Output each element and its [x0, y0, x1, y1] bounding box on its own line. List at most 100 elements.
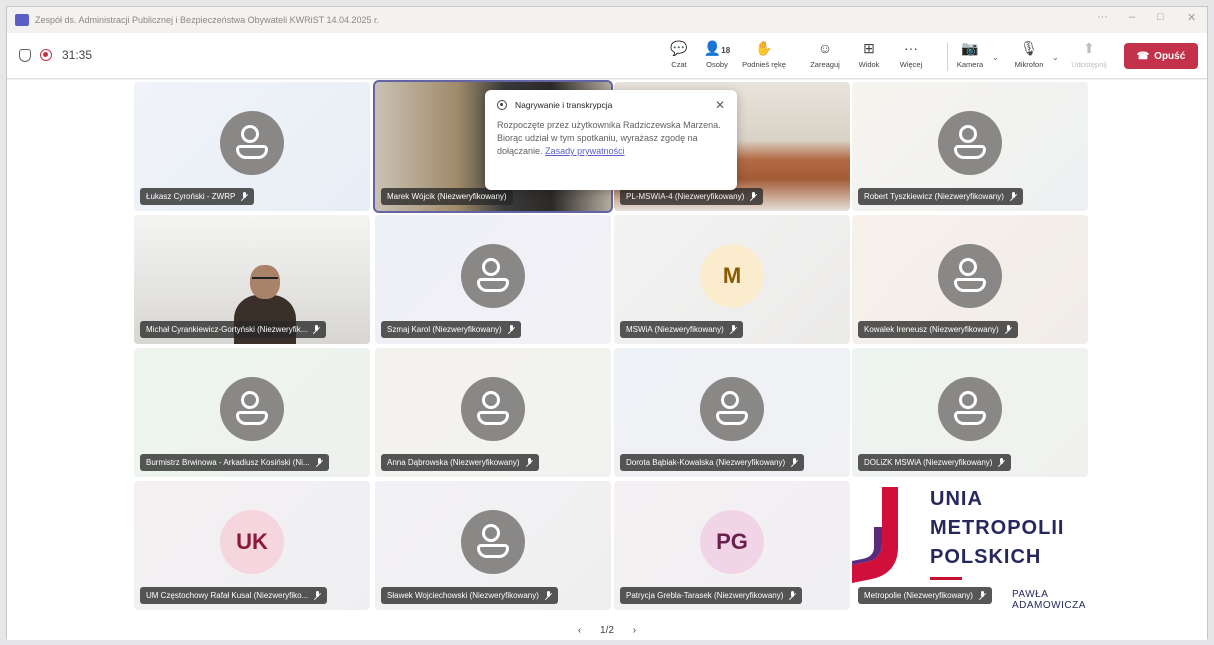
- default-avatar-icon: [220, 376, 284, 441]
- participant-tile[interactable]: Anna Dąbrowska (Niezweryfikowany): [375, 348, 611, 477]
- participant-tile[interactable]: PG Patrycja Grebla-Tarasek (Niezweryfiko…: [614, 481, 850, 610]
- participant-initials: PG: [700, 509, 764, 574]
- view-icon: ⊞: [863, 40, 875, 56]
- minimize-icon[interactable]: –: [1129, 11, 1135, 23]
- participant-tile[interactable]: Dorota Bąbiak-Kowalska (Niezweryfikowany…: [614, 348, 850, 477]
- default-avatar-icon: [938, 110, 1002, 175]
- shield-icon: [19, 49, 31, 62]
- participant-tile[interactable]: UK UM Częstochowy Rafał Kusal (Niezweryf…: [134, 481, 370, 610]
- default-avatar-icon: [461, 243, 525, 308]
- raise-hand-icon: ✋: [755, 40, 773, 56]
- more-button[interactable]: ··· Więcej: [891, 39, 931, 75]
- participant-name-chip: Dorota Bąbiak-Kowalska (Niezweryfikowany…: [620, 454, 805, 471]
- participant-count: 18: [721, 46, 731, 55]
- mic-muted-icon: [526, 458, 533, 467]
- window-title: Zespół ds. Administracji Publicznej i Be…: [35, 15, 379, 25]
- recording-icon: [497, 100, 507, 110]
- participant-name-chip: Patrycja Grebla-Tarasek (Niezweryfikowan…: [620, 587, 803, 604]
- mic-muted-icon: [314, 591, 321, 600]
- chat-button[interactable]: 💬 Czat: [659, 39, 699, 75]
- default-avatar-icon: [938, 243, 1002, 308]
- maximize-icon[interactable]: □: [1157, 11, 1164, 23]
- privacy-link[interactable]: Zasady prywatności: [545, 146, 625, 156]
- chat-icon: 💬: [670, 40, 688, 56]
- participant-tile[interactable]: DOLiZK MSWiA (Niezweryfikowany): [852, 348, 1088, 477]
- view-button[interactable]: ⊞ Widok: [849, 39, 889, 75]
- participant-tile[interactable]: Robert Tyszkiewicz (Niezweryfikowany): [852, 82, 1088, 211]
- default-avatar-icon: [700, 376, 764, 441]
- meeting-timer: 31:35: [62, 48, 93, 62]
- people-icon: 👤: [703, 40, 722, 56]
- more-options-icon[interactable]: ···: [1097, 11, 1108, 23]
- mic-muted-icon: [750, 192, 757, 201]
- participant-name-chip: Szmaj Karol (Niezweryfikowany): [381, 321, 521, 338]
- participant-name-chip: Kowalek Ireneusz (Niezweryfikowany): [858, 321, 1018, 338]
- participant-initials: M: [700, 243, 764, 308]
- participant-name-chip: UM Częstochowy Rafał Kusal (Niezweryfiko…: [140, 587, 328, 604]
- close-notification-icon[interactable]: ✕: [715, 98, 725, 112]
- mic-muted-icon: [545, 591, 552, 600]
- toolbar-divider: [947, 43, 948, 71]
- default-avatar-icon: [938, 376, 1002, 441]
- participant-name-chip: DOLiZK MSWiA (Niezweryfikowany): [858, 454, 1012, 471]
- participant-tile[interactable]: Szmaj Karol (Niezweryfikowany): [375, 215, 611, 344]
- participant-tile[interactable]: Kowalek Ireneusz (Niezweryfikowany): [852, 215, 1088, 344]
- participant-name-chip: Burmistrz Brwinowa - Arkadiusz Kosiński …: [140, 454, 329, 471]
- mic-muted-icon: [789, 591, 796, 600]
- recording-icon: [40, 49, 52, 61]
- participant-tile[interactable]: Łukasz Cyroński - ZWRP: [134, 82, 370, 211]
- participant-name-chip: Łukasz Cyroński - ZWRP: [140, 188, 255, 205]
- participant-tile[interactable]: Burmistrz Brwinowa - Arkadiusz Kosiński …: [134, 348, 370, 477]
- share-button[interactable]: ⬆ Udostępnij: [1069, 39, 1109, 75]
- phone-hangup-icon: ☎: [1136, 50, 1150, 62]
- mic-muted-icon: [316, 458, 323, 467]
- mic-muted-icon: [730, 325, 737, 334]
- share-icon: ⬆: [1083, 40, 1095, 56]
- mic-muted-icon: [791, 458, 798, 467]
- video-gallery: Łukasz Cyroński - ZWRP Marek Wójcik (Nie…: [7, 80, 1207, 640]
- title-bar: Zespół ds. Administracji Publicznej i Be…: [7, 7, 1207, 33]
- raise-hand-button[interactable]: ✋ Podnieś rękę: [739, 39, 789, 75]
- leave-button[interactable]: ☎ Opuść: [1124, 43, 1198, 69]
- more-icon: ···: [904, 40, 918, 56]
- mic-muted-icon: [1005, 325, 1012, 334]
- mic-muted-icon: [1010, 192, 1017, 201]
- mic-muted-icon: [979, 591, 986, 600]
- meeting-toolbar: 31:35 💬 Czat 👤18 Osoby ✋ Podnieś rękę ☺ …: [7, 33, 1207, 79]
- participant-name-chip: Robert Tyszkiewicz (Niezweryfikowany): [858, 188, 1023, 205]
- microphone-button[interactable]: 🎙 Mikrofon: [1009, 39, 1049, 75]
- logo-accent-bar: [930, 577, 962, 580]
- participant-name-chip: MSWiA (Niezweryfikowany): [620, 321, 743, 338]
- camera-off-icon: 📷: [961, 40, 979, 56]
- people-button[interactable]: 👤18 Osoby: [697, 39, 737, 75]
- default-avatar-icon: [461, 509, 525, 574]
- participant-name-chip: PL-MSWIA-4 (Niezweryfikowany): [620, 188, 764, 205]
- mic-muted-icon: [241, 192, 248, 201]
- participant-tile[interactable]: Michał Cyrankiewicz-Gortyński (Niezweryf…: [134, 215, 370, 344]
- logo-subtitle: PAWŁA ADAMOWICZA: [1012, 589, 1086, 610]
- participant-name-chip: Sławek Wojciechowski (Niezweryfikowany): [381, 587, 558, 604]
- metropolie-logo-mark: [852, 487, 898, 583]
- camera-button[interactable]: 📷 Kamera: [950, 39, 990, 75]
- participant-tile[interactable]: UNIA METROPOLII POLSKICH PAWŁA ADAMOWICZ…: [852, 481, 1088, 610]
- next-page-icon[interactable]: ›: [633, 625, 636, 636]
- mic-off-icon: 🎙: [1020, 40, 1038, 56]
- prev-page-icon[interactable]: ‹: [578, 625, 581, 636]
- close-icon[interactable]: ✕: [1187, 11, 1196, 24]
- react-icon: ☺: [817, 40, 833, 56]
- participant-initials: UK: [220, 509, 284, 574]
- participant-name-chip: Michał Cyrankiewicz-Gortyński (Niezweryf…: [140, 321, 327, 338]
- participant-tile[interactable]: Sławek Wojciechowski (Niezweryfikowany): [375, 481, 611, 610]
- participant-name-chip: Anna Dąbrowska (Niezweryfikowany): [381, 454, 539, 471]
- react-button[interactable]: ☺ Zareaguj: [805, 39, 845, 75]
- recording-notification: Nagrywanie i transkrypcja ✕ Rozpoczęte p…: [485, 90, 737, 190]
- participant-name-chip: Marek Wójcik (Niezweryfikowany): [381, 188, 513, 205]
- camera-options-chevron-icon[interactable]: ⌄: [992, 53, 999, 62]
- mic-muted-icon: [508, 325, 515, 334]
- participant-tile[interactable]: M MSWiA (Niezweryfikowany): [614, 215, 850, 344]
- participant-name-chip: Metropolie (Niezweryfikowany): [858, 587, 992, 604]
- mic-muted-icon: [998, 458, 1005, 467]
- mic-muted-icon: [313, 325, 320, 334]
- microphone-options-chevron-icon[interactable]: ⌄: [1052, 53, 1059, 62]
- default-avatar-icon: [220, 110, 284, 175]
